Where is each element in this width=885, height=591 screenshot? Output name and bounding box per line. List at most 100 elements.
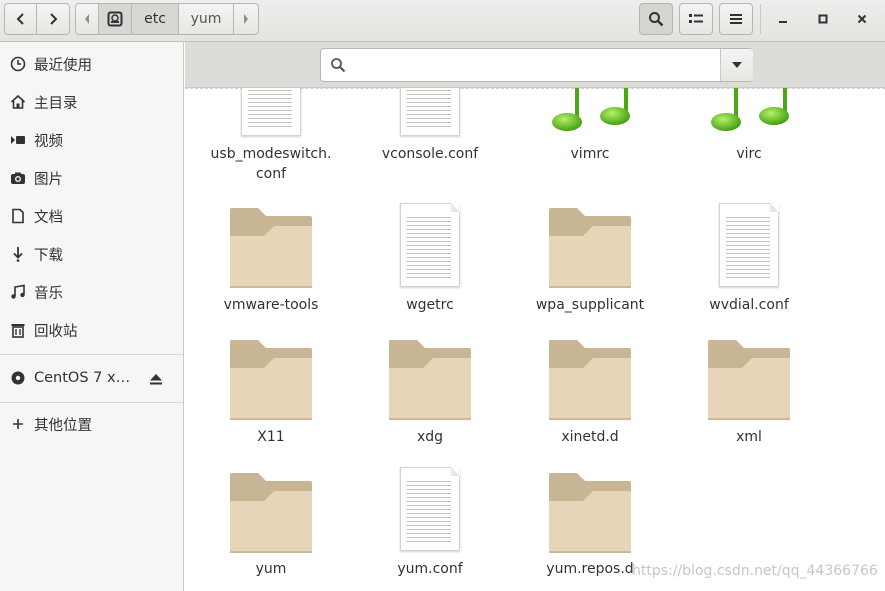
search-box bbox=[320, 48, 753, 82]
close-button[interactable] bbox=[849, 6, 875, 32]
sidebar-item-home[interactable]: 主目录 bbox=[0, 84, 183, 120]
view-list-icon bbox=[689, 14, 703, 23]
folder-item[interactable]: yum bbox=[196, 465, 346, 583]
search-toggle-button[interactable] bbox=[639, 3, 673, 35]
watermark: https://blog.csdn.net/qq_44366766 bbox=[632, 563, 878, 579]
file-name: yum bbox=[255, 561, 287, 577]
file-item[interactable]: vconsole.conf bbox=[355, 88, 505, 184]
file-item[interactable]: usb_modeswitch. conf bbox=[196, 88, 346, 184]
file-item[interactable]: vimrc bbox=[515, 88, 665, 184]
forward-button[interactable] bbox=[36, 3, 70, 35]
folder-icon bbox=[515, 471, 665, 555]
folder-icon bbox=[515, 206, 665, 290]
search-icon bbox=[649, 12, 664, 27]
sidebar-item-pictures[interactable]: 图片 bbox=[0, 160, 183, 196]
sidebar-item-label: 最近使用 bbox=[34, 57, 92, 74]
file-name: vimrc bbox=[570, 146, 610, 162]
file-name: yum.conf bbox=[397, 561, 463, 577]
file-name: virc bbox=[736, 146, 762, 162]
folder-item[interactable]: xinetd.d bbox=[515, 332, 665, 450]
back-button[interactable] bbox=[4, 3, 37, 35]
minimize-icon bbox=[779, 21, 787, 23]
file-grid: usb_modeswitch. conf vconsole.conf vimrc … bbox=[185, 88, 885, 591]
file-name: wgetrc bbox=[406, 297, 454, 313]
maximize-icon bbox=[818, 14, 828, 24]
file-name: usb_modeswitch. conf bbox=[210, 146, 332, 182]
path-segment-etc[interactable]: etc bbox=[131, 3, 179, 35]
path-segment-yum[interactable]: yum bbox=[178, 3, 234, 35]
plus-icon bbox=[10, 416, 26, 432]
sidebar-item-other-locations[interactable]: 其他位置 bbox=[0, 406, 183, 442]
folder-item[interactable]: wpa_supplicant bbox=[515, 200, 665, 318]
search-icon bbox=[331, 58, 346, 73]
sidebar-item-documents[interactable]: 文档 bbox=[0, 198, 183, 234]
sidebar-item-videos[interactable]: 视频 bbox=[0, 122, 183, 158]
home-icon bbox=[10, 94, 26, 110]
sidebar-separator bbox=[0, 354, 183, 355]
sidebar-item-downloads[interactable]: 下载 bbox=[0, 236, 183, 272]
download-icon bbox=[10, 246, 26, 262]
folder-item[interactable]: X11 bbox=[196, 332, 346, 450]
file-name: xdg bbox=[416, 429, 444, 445]
file-item[interactable]: wgetrc bbox=[355, 200, 505, 318]
header-separator bbox=[760, 4, 761, 34]
folder-item[interactable]: xdg bbox=[355, 332, 505, 450]
go-next-icon bbox=[50, 13, 58, 25]
sidebar-item-label: 图片 bbox=[34, 171, 63, 188]
text-file-icon bbox=[674, 203, 824, 287]
music-icon bbox=[10, 284, 26, 300]
audio-file-icon bbox=[515, 88, 665, 138]
folder-item[interactable]: vmware-tools bbox=[196, 200, 346, 318]
text-file-icon bbox=[355, 203, 505, 287]
file-name: xml bbox=[736, 429, 762, 445]
header-bar: etc yum bbox=[0, 0, 885, 42]
sidebar-item-trash[interactable]: 回收站 bbox=[0, 312, 183, 348]
folder-icon bbox=[355, 338, 505, 422]
minimize-button[interactable] bbox=[770, 6, 796, 32]
chevron-left-icon bbox=[85, 14, 89, 24]
file-item[interactable]: virc bbox=[674, 88, 824, 184]
file-name: wpa_supplicant bbox=[535, 297, 645, 313]
picture-icon bbox=[10, 170, 26, 186]
path-scroll-left[interactable] bbox=[75, 3, 99, 35]
folder-item[interactable]: xml bbox=[674, 332, 824, 450]
sidebar-item-label: 音乐 bbox=[34, 285, 63, 302]
close-icon bbox=[857, 14, 867, 24]
maximize-button[interactable] bbox=[810, 6, 836, 32]
sidebar-item-label: 视频 bbox=[34, 133, 63, 150]
sidebar-item-label: CentOS 7 x… bbox=[34, 370, 131, 386]
file-name: vmware-tools bbox=[223, 297, 319, 313]
folder-icon bbox=[196, 471, 346, 555]
menu-button[interactable] bbox=[719, 3, 753, 35]
sidebar-item-music[interactable]: 音乐 bbox=[0, 274, 183, 310]
file-name: vconsole.conf bbox=[381, 146, 479, 162]
search-input[interactable] bbox=[353, 53, 717, 79]
open-menu-icon bbox=[730, 14, 742, 24]
folder-icon bbox=[674, 338, 824, 422]
path-root-button[interactable] bbox=[98, 3, 132, 35]
sidebar-item-recent[interactable]: 最近使用 bbox=[0, 46, 183, 82]
drive-icon bbox=[107, 11, 123, 27]
disc-icon bbox=[10, 370, 26, 386]
file-item[interactable]: wvdial.conf bbox=[674, 200, 824, 318]
sidebar-item-centos-disc[interactable]: CentOS 7 x… bbox=[0, 360, 183, 396]
recent-icon bbox=[10, 56, 26, 72]
text-file-icon bbox=[355, 467, 505, 551]
sidebar-separator bbox=[0, 402, 183, 403]
chevron-right-icon bbox=[244, 14, 248, 24]
nav-buttons bbox=[4, 3, 70, 35]
folder-icon bbox=[196, 338, 346, 422]
path-scroll-right[interactable] bbox=[233, 3, 259, 35]
search-options-button[interactable] bbox=[720, 49, 753, 81]
chevron-down-icon bbox=[732, 62, 742, 68]
view-mode-button[interactable] bbox=[679, 3, 713, 35]
path-bar: etc yum bbox=[75, 3, 259, 35]
file-item[interactable]: yum.conf bbox=[355, 465, 505, 583]
sidebar-item-label: 回收站 bbox=[34, 323, 78, 340]
document-icon bbox=[10, 208, 26, 224]
folder-icon bbox=[196, 206, 346, 290]
sidebar: 最近使用 主目录 视频 图片 文档 下载 音乐 回收站 CentOS 7 x… … bbox=[0, 42, 184, 591]
eject-icon[interactable] bbox=[149, 371, 163, 385]
sidebar-item-label: 文档 bbox=[34, 209, 63, 226]
folder-icon bbox=[515, 338, 665, 422]
